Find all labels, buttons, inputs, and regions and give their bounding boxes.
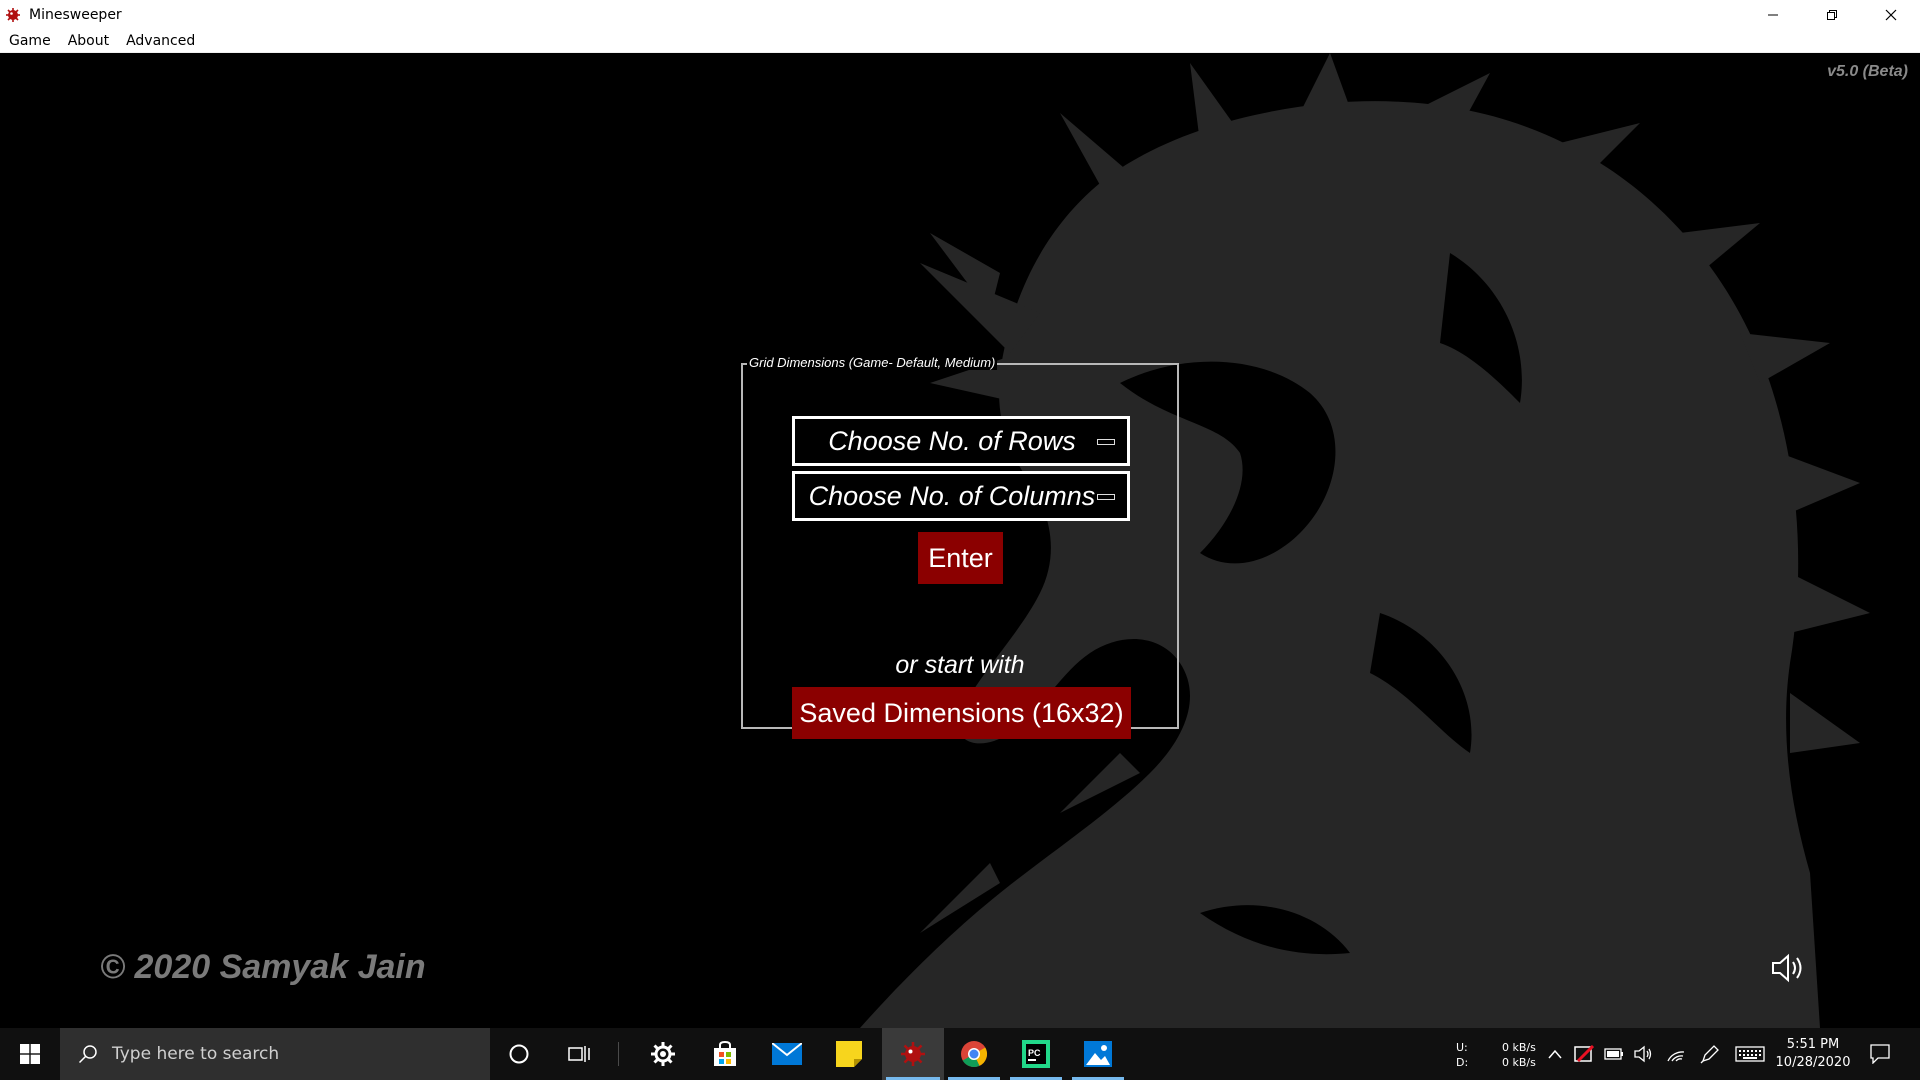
tray-pen-button[interactable]	[1696, 1028, 1724, 1080]
taskbar-settings-app[interactable]	[634, 1028, 692, 1080]
taskbar-pycharm-app[interactable]: PC	[1006, 1028, 1066, 1080]
taskbar-clock[interactable]: 5:51 PM 10/28/2020	[1768, 1036, 1858, 1072]
menu-bar: Game About Advanced	[0, 29, 1920, 53]
pen-icon	[1700, 1045, 1719, 1064]
gear-icon	[651, 1042, 675, 1066]
wifi-icon	[1667, 1051, 1685, 1062]
store-icon	[714, 1040, 736, 1066]
taskbar-mail-app[interactable]	[758, 1028, 816, 1080]
taskbar-separator	[618, 1042, 619, 1066]
window-title: Minesweeper	[29, 6, 122, 23]
chrome-icon	[961, 1041, 988, 1068]
clock-date: 10/28/2020	[1775, 1055, 1851, 1070]
tray-touch-keyboard-button[interactable]	[1732, 1028, 1768, 1080]
action-center-button[interactable]	[1860, 1028, 1900, 1080]
taskbar-store-app[interactable]	[696, 1028, 754, 1080]
task-view-button[interactable]	[550, 1028, 608, 1080]
grid-dimensions-panel: Grid Dimensions (Game- Default, Medium) …	[741, 355, 1179, 739]
speaker-icon	[1772, 953, 1802, 983]
close-icon	[1885, 9, 1896, 20]
notification-icon	[1870, 1044, 1890, 1064]
start-button[interactable]	[0, 1028, 60, 1080]
taskbar-minesweeper-app[interactable]	[882, 1028, 944, 1080]
minesweeper-icon	[901, 1042, 925, 1066]
minesweeper-app-icon	[4, 6, 22, 24]
taskbar: Type here to search PC U: D: 0 kB/s 0 kB…	[0, 1028, 1920, 1080]
taskbar-photos-app[interactable]	[1068, 1028, 1128, 1080]
mail-icon	[772, 1043, 802, 1065]
minimize-button[interactable]	[1743, 0, 1802, 29]
download-label: D:	[1456, 1056, 1469, 1069]
columns-dropdown-label: Choose No. of Columns	[808, 480, 1096, 511]
taskbar-sticky-notes-app[interactable]	[820, 1028, 878, 1080]
battery-icon	[1604, 1048, 1623, 1060]
version-label: v5.0 (Beta)	[1827, 63, 1908, 80]
menu-game[interactable]: Game	[1, 33, 59, 49]
download-speed: 0 kB/s	[1502, 1056, 1536, 1069]
tray-battery-button[interactable]	[1600, 1028, 1628, 1080]
or-start-with-text: or start with	[743, 651, 1177, 680]
or-start-with-label: or start with	[895, 651, 1025, 679]
grid-dimensions-legend: Grid Dimensions (Game- Default, Medium)	[747, 355, 998, 370]
rows-dropdown-label: Choose No. of Rows	[828, 425, 1076, 456]
dropdown-indicator-icon	[1097, 439, 1115, 445]
pycharm-icon: PC	[1022, 1040, 1050, 1068]
menu-about[interactable]: About	[60, 33, 117, 49]
keyboard-icon	[1735, 1046, 1765, 1062]
photos-icon	[1084, 1041, 1112, 1067]
tray-volume-button[interactable]	[1630, 1028, 1658, 1080]
volume-icon	[1634, 1045, 1652, 1063]
windows-logo-icon	[20, 1044, 40, 1064]
upload-speed: 0 kB/s	[1502, 1041, 1536, 1054]
cortana-icon	[509, 1044, 529, 1064]
chevron-up-icon	[1548, 1049, 1562, 1059]
restore-icon	[1826, 9, 1837, 20]
rows-dropdown[interactable]: Choose No. of Rows	[792, 416, 1130, 466]
title-bar: Minesweeper	[0, 0, 1920, 29]
tray-wifi-button[interactable]	[1662, 1028, 1690, 1080]
security-warning-icon	[1574, 1045, 1594, 1063]
minimize-icon	[1767, 14, 1778, 15]
menu-advanced[interactable]: Advanced	[118, 33, 203, 49]
network-meter-labels: U: D:	[1456, 1040, 1468, 1070]
columns-dropdown[interactable]: Choose No. of Columns	[792, 471, 1130, 521]
copyright-text: © 2020 Samyak Jain	[100, 948, 426, 986]
cortana-button[interactable]	[490, 1028, 548, 1080]
sticky-notes-icon	[836, 1041, 862, 1067]
svg-text:PC: PC	[1028, 1048, 1041, 1058]
taskbar-chrome-app[interactable]	[944, 1028, 1004, 1080]
saved-dimensions-button[interactable]: Saved Dimensions (16x32)	[792, 687, 1131, 739]
dropdown-indicator-icon	[1097, 494, 1115, 500]
enter-button[interactable]: Enter	[918, 532, 1003, 584]
upload-label: U:	[1456, 1041, 1468, 1054]
search-icon	[76, 1042, 100, 1066]
sound-toggle-button[interactable]	[1768, 950, 1808, 986]
tray-security-icon-button[interactable]	[1570, 1028, 1598, 1080]
show-hidden-icons-button[interactable]	[1542, 1028, 1568, 1080]
taskbar-search-box[interactable]: Type here to search	[60, 1028, 490, 1080]
clock-time: 5:51 PM	[1786, 1037, 1840, 1052]
close-button[interactable]	[1861, 0, 1920, 29]
network-meter-values: 0 kB/s 0 kB/s	[1502, 1040, 1536, 1070]
restore-button[interactable]	[1802, 0, 1861, 29]
search-placeholder: Type here to search	[112, 1044, 280, 1064]
game-canvas: v5.0 (Beta) Grid Dimensions (Game- Defau…	[0, 53, 1920, 1028]
task-view-icon	[568, 1046, 590, 1062]
